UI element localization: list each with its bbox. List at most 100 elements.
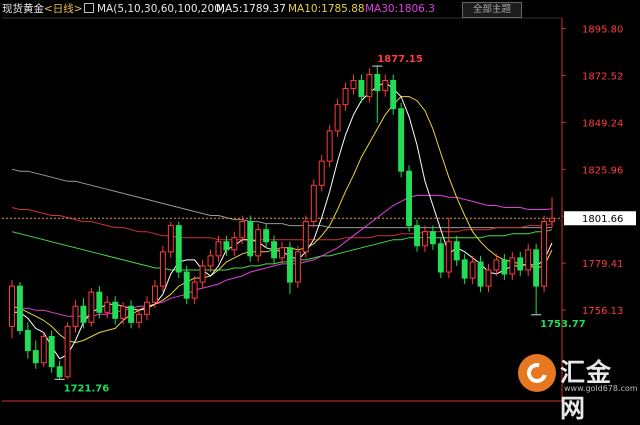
- y-tick-label-0: 1895.80: [582, 24, 623, 35]
- candle-body: [223, 241, 230, 251]
- candle-body: [247, 221, 254, 257]
- candle-body: [493, 259, 500, 271]
- candle: [56, 360, 63, 380]
- candle: [517, 251, 524, 277]
- candle: [247, 215, 254, 262]
- ma10-readout: MA10:1785.88: [288, 3, 365, 15]
- candle: [477, 255, 484, 293]
- candle: [366, 68, 373, 103]
- all-topics-button[interactable]: 全部主题: [462, 2, 522, 18]
- candle: [48, 330, 55, 373]
- candle-body: [183, 271, 190, 299]
- candle-body: [318, 160, 325, 186]
- candle-body: [358, 79, 365, 98]
- candle: [72, 300, 79, 333]
- annotation-label-1: 1753.77: [540, 319, 586, 330]
- candle-body: [263, 229, 270, 243]
- candle-body: [16, 285, 23, 331]
- candle-body: [469, 261, 476, 279]
- candle-body: [72, 305, 79, 327]
- candle-body: [453, 241, 460, 261]
- candle: [9, 280, 15, 339]
- ma200-line: [11, 168, 552, 229]
- candle: [390, 74, 397, 115]
- candle: [279, 241, 285, 264]
- candle-body: [151, 285, 158, 303]
- candle: [144, 296, 150, 321]
- candle-body: [406, 170, 413, 227]
- candle: [437, 237, 444, 279]
- candle: [255, 223, 262, 262]
- candle-body: [429, 231, 436, 245]
- candle-body: [32, 350, 39, 364]
- candle: [469, 255, 476, 285]
- candle-body: [334, 104, 341, 132]
- annotation-label-0: 1877.15: [377, 54, 423, 65]
- candle: [398, 102, 405, 178]
- candle: [429, 225, 436, 250]
- candle: [191, 276, 198, 305]
- period-label: <日线>: [44, 3, 83, 15]
- candle: [382, 74, 389, 97]
- candle-body: [310, 184, 317, 223]
- watermark-logo: 汇金网 www.gold678.com: [518, 352, 638, 423]
- candle-body: [302, 221, 309, 253]
- candle-body: [144, 301, 150, 315]
- candle-body: [207, 255, 214, 267]
- candle-body: [24, 329, 31, 352]
- candle: [421, 225, 428, 252]
- candle: [24, 322, 31, 359]
- candle-body: [294, 251, 301, 283]
- candle: [16, 282, 23, 335]
- candle: [183, 265, 190, 305]
- y-tick-label-6: 1756.13: [582, 306, 623, 317]
- candle: [294, 245, 301, 289]
- candle-body: [112, 301, 119, 319]
- candle-body: [533, 249, 540, 287]
- candle: [461, 253, 468, 285]
- symbol-name: 现货黄金: [2, 3, 44, 15]
- candle: [350, 74, 357, 95]
- candle: [64, 322, 71, 379]
- candle: [549, 197, 555, 228]
- candle: [128, 300, 135, 329]
- candle-body: [120, 305, 127, 319]
- candle-body: [9, 285, 15, 327]
- candle-body: [136, 313, 143, 323]
- candle: [445, 217, 452, 279]
- candle: [88, 288, 95, 327]
- candle: [414, 219, 420, 252]
- candle-body: [80, 305, 87, 323]
- candle: [509, 251, 516, 281]
- candle-body: [286, 247, 293, 283]
- candle: [199, 259, 206, 289]
- candle-body: [541, 221, 548, 287]
- candle-body: [255, 229, 262, 257]
- indicator-settings-icon[interactable]: [84, 3, 94, 13]
- current-price-label: 1801.66: [582, 214, 623, 225]
- candle-body: [445, 241, 452, 273]
- y-tick-label-3: 1825.96: [582, 165, 623, 176]
- candle-body: [326, 130, 333, 162]
- candle: [302, 215, 309, 258]
- candle-body: [350, 79, 357, 90]
- candle: [485, 263, 492, 293]
- candle: [167, 221, 174, 258]
- candle-body: [271, 241, 278, 259]
- candle: [310, 179, 317, 228]
- candle-body: [549, 217, 555, 223]
- candle-body: [390, 79, 397, 110]
- candle-body: [437, 243, 444, 273]
- candle-body: [421, 231, 428, 247]
- candle: [32, 340, 39, 369]
- candle: [40, 332, 47, 367]
- candle: [326, 124, 333, 168]
- candle-body: [342, 88, 349, 106]
- candle: [541, 215, 548, 293]
- candle: [286, 241, 293, 295]
- candle-body: [509, 257, 516, 275]
- candle: [96, 286, 103, 319]
- candle: [501, 253, 508, 281]
- candle-body: [279, 247, 285, 259]
- candle-body: [231, 237, 238, 251]
